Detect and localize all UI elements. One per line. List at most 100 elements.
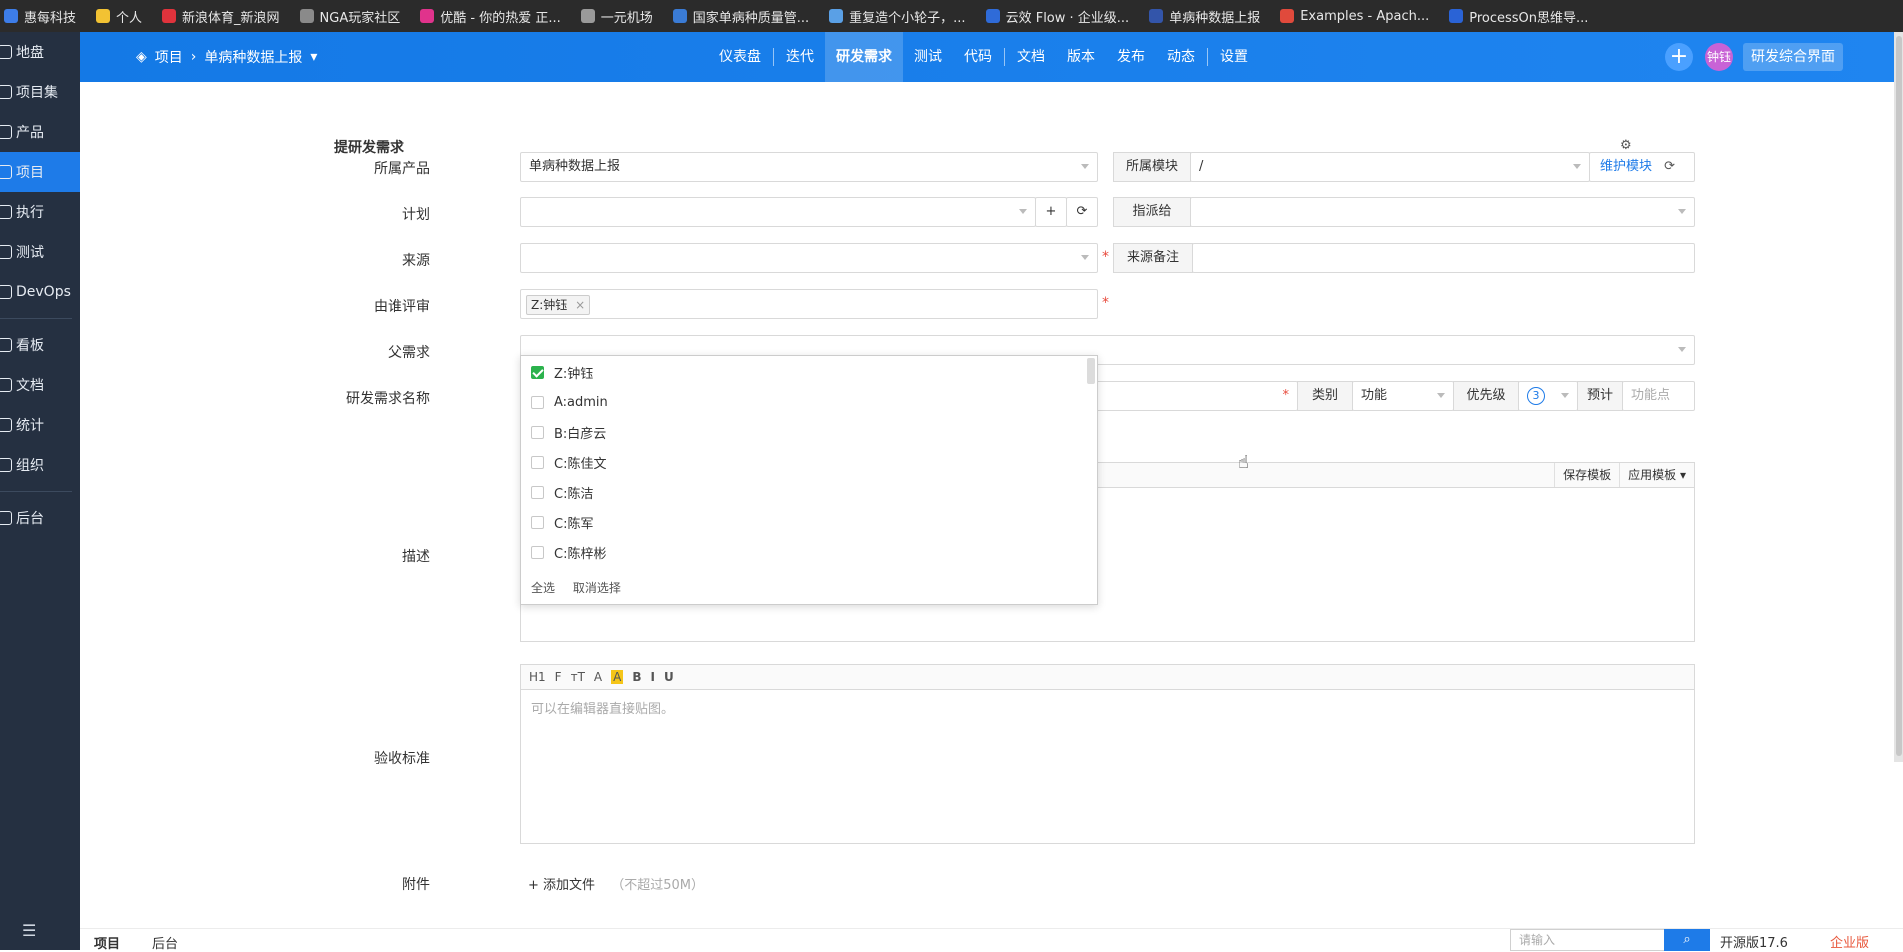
checkbox[interactable] — [531, 365, 544, 379]
reviewer-option[interactable]: A:admin — [531, 390, 608, 414]
bookmark-item[interactable]: 优酷 - 你的热爱 正... — [420, 7, 561, 26]
checkbox[interactable] — [531, 395, 544, 409]
tab-nav-0[interactable]: 仪表盘 — [708, 32, 772, 82]
tab-project[interactable]: 项目 — [94, 933, 120, 952]
checkbox[interactable] — [531, 485, 544, 499]
tab-nav-2[interactable]: 研发需求 — [825, 32, 903, 82]
refresh-icon[interactable]: ⟳ — [1664, 159, 1675, 174]
add-plan-button[interactable]: + — [1035, 197, 1067, 227]
save-template-button[interactable]: 保存模板 — [1554, 463, 1619, 487]
editor-tool-button[interactable]: тT — [571, 670, 585, 684]
tab-nav-1[interactable]: 迭代 — [775, 32, 825, 82]
tab-nav-6[interactable]: 版本 — [1056, 32, 1106, 82]
maintain-module-button[interactable]: 维护模块 ⟳ — [1589, 152, 1695, 182]
page-scrollbar-thumb[interactable] — [1896, 36, 1902, 756]
tab-nav-3[interactable]: 测试 — [903, 32, 953, 82]
sidebar-item-0[interactable]: 地盘 — [0, 32, 80, 72]
bookmark-item[interactable]: Examples - Apach... — [1280, 9, 1429, 24]
checkbox[interactable] — [531, 425, 544, 439]
tab-nav-7[interactable]: 发布 — [1106, 32, 1156, 82]
sidebar-item-4[interactable]: 执行 — [0, 192, 80, 232]
sidebar-item-5[interactable]: 测试 — [0, 232, 80, 272]
tab-nav-9[interactable]: 设置 — [1209, 32, 1259, 82]
bookmark-item[interactable]: 重复造个小轮子，... — [829, 7, 966, 26]
bookmark-item[interactable]: 单病种数据上报 — [1149, 7, 1260, 26]
sidebar-item-label: DevOps — [16, 284, 71, 300]
bookmark-item[interactable]: 惠每科技 — [4, 7, 76, 26]
checkbox[interactable] — [531, 455, 544, 469]
refresh-icon[interactable]: ⟳ — [1066, 197, 1098, 227]
checkbox[interactable] — [531, 515, 544, 529]
editor-tool-button[interactable]: A — [594, 670, 602, 684]
editor-tool-button[interactable]: I — [651, 670, 655, 684]
add-file-label: 添加文件 — [543, 878, 596, 893]
editor-tool-button[interactable]: U — [664, 670, 674, 684]
sidebar-item-1[interactable]: 项目集 — [0, 72, 80, 112]
select-all-button[interactable]: 全选 — [531, 581, 555, 595]
reviewer-option[interactable]: C:陈军 — [531, 510, 593, 534]
source-note-input[interactable] — [1192, 243, 1695, 273]
estimate-input[interactable]: 功能点 — [1622, 381, 1695, 411]
chevron-right-icon: › — [190, 49, 197, 65]
sidebar-item-6[interactable]: DevOps — [0, 272, 80, 312]
tab-nav-8[interactable]: 动态 — [1156, 32, 1206, 82]
sidebar-item-9[interactable]: 统计 — [0, 405, 80, 445]
crumb-root[interactable]: 项目 — [155, 47, 183, 67]
workspace-button[interactable]: 研发综合界面 — [1743, 43, 1843, 71]
sidebar-item-3[interactable]: 项目 — [0, 152, 80, 192]
reviewer-option[interactable]: C:陈梓彬 — [531, 540, 606, 564]
sidebar-item-11[interactable]: 后台 — [0, 498, 80, 538]
bookmark-item[interactable]: 新浪体育_新浪网 — [162, 7, 280, 26]
sidebar-item-8[interactable]: 文档 — [0, 365, 80, 405]
doc-icon — [0, 378, 12, 392]
reviewer-select[interactable] — [520, 289, 1098, 319]
acceptance-editor[interactable]: 可以在编辑器直接贴图。 — [520, 689, 1695, 844]
editor-tool-button[interactable]: H1 — [529, 670, 546, 684]
enterprise-link[interactable]: 企业版 — [1830, 932, 1869, 951]
menu-icon[interactable]: ☰ — [22, 921, 36, 940]
nav-divider — [1207, 48, 1208, 66]
bookmark-item[interactable]: 一元机场 — [580, 7, 653, 26]
deselect-button[interactable]: 取消选择 — [573, 581, 621, 595]
reviewer-tag[interactable]: Z:钟钰 × — [526, 295, 591, 315]
add-file-button[interactable]: + 添加文件 （不超过50M） — [528, 874, 704, 893]
source-select[interactable] — [520, 243, 1098, 273]
bookmark-item[interactable]: ProcessOn思维导... — [1449, 7, 1588, 26]
plan-select[interactable] — [520, 197, 1036, 227]
editor-tool-button[interactable]: A — [611, 670, 624, 684]
category-select[interactable]: 功能 — [1352, 381, 1454, 411]
grid-icon — [0, 85, 12, 99]
search-icon[interactable]: ⌕ — [1664, 929, 1710, 951]
checkbox[interactable] — [531, 545, 544, 559]
bookmark-favicon-icon — [1449, 9, 1464, 23]
reviewer-option[interactable]: Z:钟钰 — [531, 360, 593, 384]
tab-admin[interactable]: 后台 — [152, 933, 178, 952]
gear-icon[interactable]: ⚙ — [1620, 138, 1632, 153]
module-select[interactable]: / — [1190, 152, 1590, 182]
reviewer-option[interactable]: C:陈洁 — [531, 480, 593, 504]
product-select[interactable]: 单病种数据上报 — [520, 152, 1098, 182]
chevron-down-icon[interactable]: ▾ — [310, 49, 317, 65]
bookmark-item[interactable]: 国家单病种质量管... — [672, 7, 809, 26]
avatar[interactable]: 钟钰 — [1705, 43, 1733, 71]
tab-nav-4[interactable]: 代码 — [953, 32, 1003, 82]
close-icon[interactable]: × — [575, 298, 585, 312]
sidebar-item-10[interactable]: 组织 — [0, 445, 80, 485]
bookmark-item[interactable]: 个人 — [96, 7, 142, 26]
editor-tool-button[interactable]: B — [632, 670, 641, 684]
reviewer-option[interactable]: B:白彦云 — [531, 420, 606, 444]
apply-template-button[interactable]: 应用模板 ▾ — [1619, 463, 1694, 487]
bookmark-item[interactable]: 云效 Flow · 企业级... — [985, 7, 1129, 26]
assign-select[interactable] — [1190, 197, 1695, 227]
sidebar-item-2[interactable]: 产品 — [0, 112, 80, 152]
crumb-current[interactable]: 单病种数据上报 — [204, 47, 302, 67]
tab-nav-5[interactable]: 文档 — [1006, 32, 1056, 82]
reviewer-option[interactable]: C:陈佳文 — [531, 450, 606, 474]
bookmark-item[interactable]: NGA玩家社区 — [299, 7, 400, 26]
sidebar-item-7[interactable]: 看板 — [0, 325, 80, 365]
dropdown-scrollbar[interactable] — [1087, 358, 1095, 384]
create-button[interactable]: + — [1665, 43, 1693, 71]
priority-select[interactable]: 3 — [1518, 381, 1578, 411]
bookmark-label: 个人 — [116, 10, 143, 26]
editor-tool-button[interactable]: F — [555, 670, 562, 684]
